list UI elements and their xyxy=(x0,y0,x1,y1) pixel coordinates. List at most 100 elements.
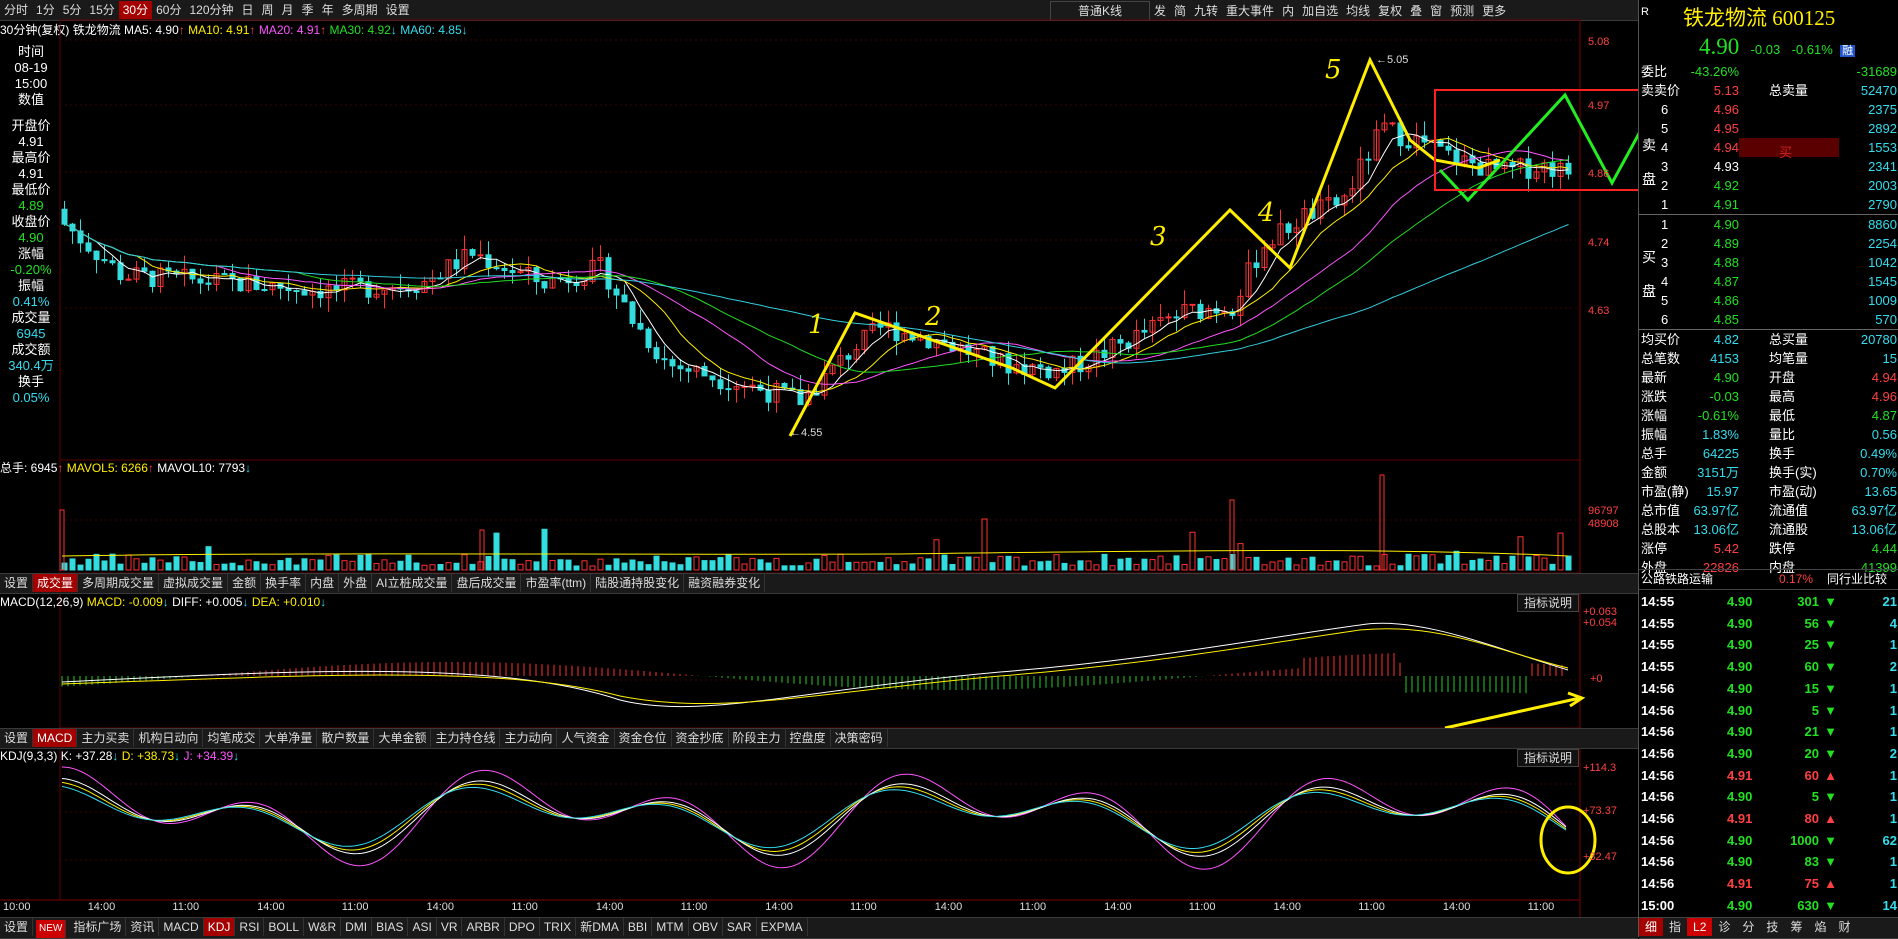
volume-bar xyxy=(189,561,196,571)
quote-cell: 4 xyxy=(1661,140,1669,155)
indicator-tab[interactable]: 均笔成交 xyxy=(203,729,261,747)
indicator-tab[interactable]: 主力买卖 xyxy=(77,729,135,747)
bottom-indicator-tab[interactable]: RSI xyxy=(235,918,265,936)
volume-bar xyxy=(1253,556,1260,571)
sector-name[interactable]: 公路铁路运输 xyxy=(1641,570,1713,589)
right-panel-tab[interactable]: 分 xyxy=(1736,918,1760,936)
bottom-indicator-tab[interactable]: KDJ xyxy=(203,918,236,936)
indicator-tab[interactable]: 机构日动向 xyxy=(134,729,204,747)
bottom-indicator-tab[interactable]: SAR xyxy=(723,918,757,936)
bottom-indicator-tab[interactable]: 设置 xyxy=(0,918,34,936)
indicator-tab[interactable]: MACD xyxy=(33,729,78,747)
volume-tab[interactable]: 虚拟成交量 xyxy=(159,574,229,592)
bottom-indicator-tab[interactable]: VR xyxy=(437,918,463,936)
bottom-indicator-tab[interactable]: 资讯 xyxy=(126,918,160,936)
volume-tab[interactable]: 换手率 xyxy=(261,574,307,592)
bottom-indicator-tab[interactable]: DPO xyxy=(505,918,540,936)
volume-tab[interactable]: 盘后成交量 xyxy=(452,574,522,592)
right-panel-tab[interactable]: 诊 xyxy=(1712,918,1736,936)
arrow-down-icon: ▼ xyxy=(1824,745,1837,761)
indicator-tab[interactable]: 人气资金 xyxy=(557,729,615,747)
quote-cell: 6 xyxy=(1661,312,1669,327)
volume-tab[interactable]: 设置 xyxy=(0,574,34,592)
bottom-indicator-tab[interactable]: 指标广场 xyxy=(69,918,127,936)
indicator-tab[interactable]: 阶段主力 xyxy=(729,729,786,747)
quote-cell: 总笔数 xyxy=(1641,351,1681,366)
stat-row: 总市值 63.97亿 流通值 63.97亿 xyxy=(1639,501,1898,520)
candle-body xyxy=(221,273,228,276)
bottom-indicator-tab[interactable]: MTM xyxy=(652,918,689,936)
bottom-indicator-tab[interactable]: ASI xyxy=(408,918,437,936)
volume-bar xyxy=(1429,554,1436,571)
volume-tab[interactable]: 陆股通持股变化 xyxy=(591,574,685,592)
macd-help-button[interactable]: 指标说明 xyxy=(1517,594,1579,612)
volume-tab[interactable]: 外盘 xyxy=(339,574,373,592)
volume-bar xyxy=(517,563,524,571)
time-axis-label: 14:00 xyxy=(934,901,963,913)
bottom-indicator-tab[interactable]: DMI xyxy=(341,918,373,936)
indicator-tab[interactable]: 主力动向 xyxy=(500,729,558,747)
volume-bar xyxy=(1109,565,1116,571)
volume-tab[interactable]: 成交量 xyxy=(33,574,79,592)
tick-price: 4.90 xyxy=(1727,832,1753,848)
volume-bar xyxy=(765,562,772,571)
indicator-tab[interactable]: 资金仓位 xyxy=(615,729,672,747)
bottom-indicator-tab[interactable]: 新DMA xyxy=(576,918,624,936)
bottom-indicator-tab[interactable]: BBI xyxy=(624,918,653,936)
bottom-indicator-tab[interactable]: BOLL xyxy=(264,918,305,936)
volume-tab[interactable]: 内盘 xyxy=(306,574,340,592)
kdj-help-button[interactable]: 指标说明 xyxy=(1517,749,1579,767)
quote-cell: 15 xyxy=(1882,351,1897,366)
industry-compare-link[interactable]: 同行业比较 xyxy=(1827,570,1887,589)
indicator-tab[interactable]: 大单净量 xyxy=(260,729,318,747)
tick-volume: 5 xyxy=(1811,702,1819,718)
right-panel-tab[interactable]: 焰 xyxy=(1808,918,1832,936)
bottom-indicator-tab[interactable]: NEW xyxy=(36,920,67,938)
tick-price: 4.90 xyxy=(1727,854,1753,870)
indicator-tab[interactable]: 控盘度 xyxy=(786,729,831,747)
volume-tab[interactable]: 金额 xyxy=(228,574,262,592)
bottom-indicator-tab[interactable]: BIAS xyxy=(372,918,409,936)
indicator-tab[interactable]: 散户数量 xyxy=(317,729,375,747)
indicator-tab[interactable]: 大单金额 xyxy=(374,729,432,747)
tick-count: 1 xyxy=(1889,789,1897,805)
volume-tab[interactable]: 市盈率(ttm) xyxy=(521,574,592,592)
volume-tab[interactable]: 融资融券变化 xyxy=(684,574,766,592)
volume-tab[interactable]: 多周期成交量 xyxy=(78,574,160,592)
volume-bar xyxy=(493,532,500,571)
stat-row: 均买价 4.82 总买量 20780 xyxy=(1639,330,1898,349)
volume-bar xyxy=(173,556,180,571)
volume-bar xyxy=(1421,554,1428,571)
right-panel-tab[interactable]: 细 xyxy=(1639,918,1664,936)
volume-bar xyxy=(1245,556,1252,571)
bid-row: 3 4.88 1042 xyxy=(1639,253,1898,272)
right-panel-tab[interactable]: 财 xyxy=(1832,918,1856,936)
volume-bar xyxy=(1541,557,1548,571)
right-panel-tab[interactable]: 筹 xyxy=(1784,918,1808,936)
bottom-indicator-tab[interactable]: W&R xyxy=(304,918,342,936)
bottom-indicator-tab[interactable]: OBV xyxy=(689,918,723,936)
volume-bar xyxy=(1133,563,1140,571)
indicator-tab[interactable]: 设置 xyxy=(0,729,34,747)
candle-body xyxy=(717,379,724,390)
bottom-indicator-tab[interactable]: EXPMA xyxy=(757,918,808,936)
bottom-indicator-tab[interactable]: TRIX xyxy=(540,918,577,936)
right-panel-tab[interactable]: L2 xyxy=(1687,918,1713,936)
right-panel-tab[interactable]: 指 xyxy=(1663,918,1687,936)
sector-row: 公路铁路运输 0.17% 同行业比较 xyxy=(1639,569,1898,590)
volume-tab[interactable]: AI立桩成交量 xyxy=(372,574,453,592)
right-panel-tab[interactable]: 技 xyxy=(1760,918,1784,936)
volume-bar xyxy=(357,554,364,571)
tick-row: 14:56 4.91 60 ▲ 1 xyxy=(1639,764,1898,787)
candle-body xyxy=(293,290,300,293)
tick-volume: 25 xyxy=(1804,637,1819,653)
indicator-tab[interactable]: 决策密码 xyxy=(831,729,888,747)
buy-marker: 买 xyxy=(1779,145,1793,160)
indicator-tab[interactable]: 主力持仓线 xyxy=(431,729,501,747)
volume-bar xyxy=(1333,560,1340,571)
bottom-indicator-tab[interactable]: MACD xyxy=(159,918,204,936)
volume-bar xyxy=(861,561,868,571)
tick-row: 14:56 4.90 1000 ▼ 62 xyxy=(1639,829,1898,852)
indicator-tab[interactable]: 资金抄底 xyxy=(672,729,729,747)
bottom-indicator-tab[interactable]: ARBR xyxy=(462,918,505,936)
